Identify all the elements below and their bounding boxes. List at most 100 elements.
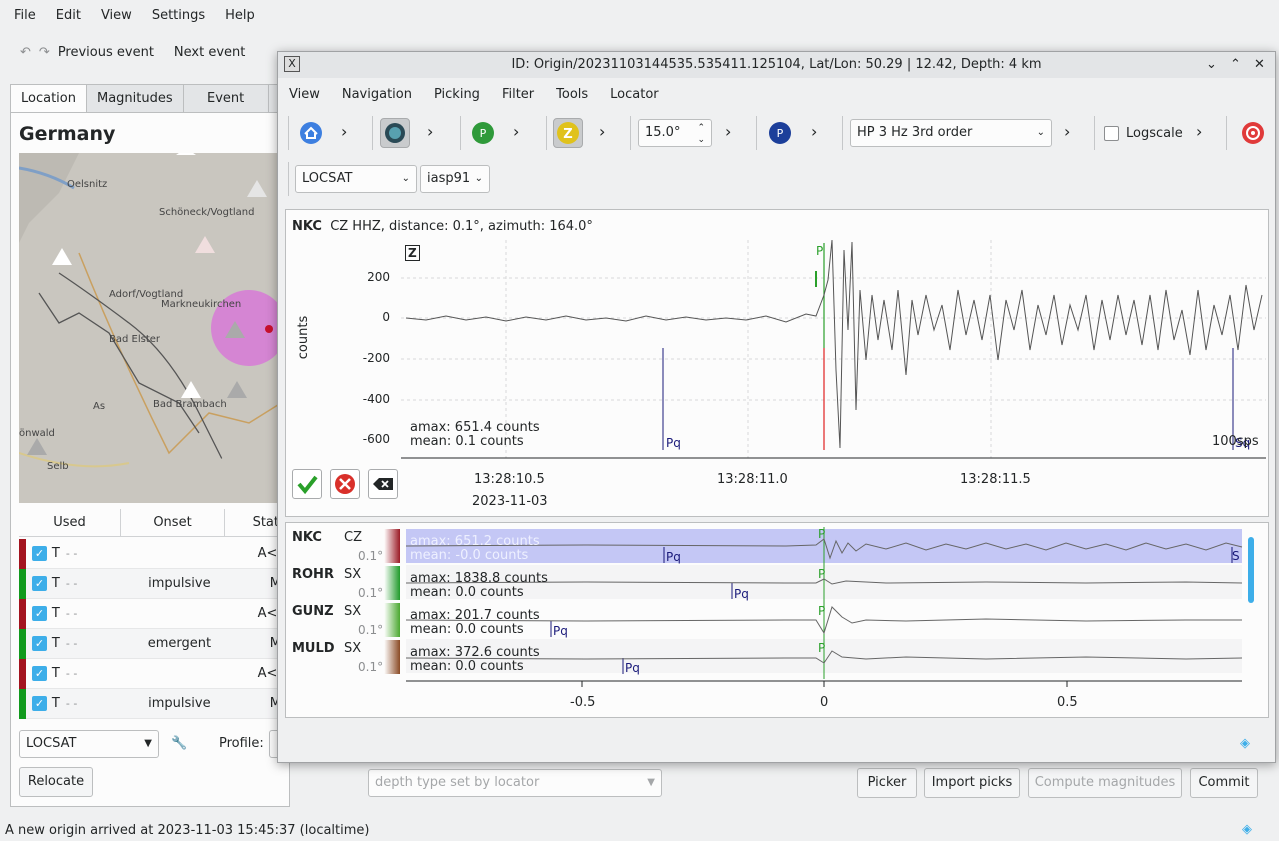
map-label: Bad Elster: [109, 334, 161, 345]
station-mean: mean: 0.0 counts: [410, 622, 524, 637]
reject-button[interactable]: [330, 469, 360, 499]
depth-type-combo[interactable]: depth type set by locator ▼: [368, 769, 662, 797]
y-tick: -600: [362, 432, 390, 446]
tab-event[interactable]: Event: [182, 84, 269, 112]
menu-help[interactable]: Help: [215, 0, 265, 32]
pick-flag: T: [51, 666, 60, 681]
previous-event-button[interactable]: Previous event: [58, 45, 154, 60]
table-row[interactable]: ✓ T - - impulsive M: [19, 688, 281, 719]
chevron-right-icon[interactable]: ›: [513, 122, 519, 141]
picker-menu-tools[interactable]: Tools: [545, 82, 599, 108]
trace-amax: amax: 651.4 counts: [410, 420, 540, 435]
chevron-right-icon[interactable]: ›: [1064, 122, 1070, 141]
chevron-right-icon[interactable]: ›: [811, 122, 817, 141]
pick-dash: - -: [65, 547, 78, 560]
forward-arrow-icon[interactable]: ↷: [39, 45, 50, 60]
picker-locator-combo[interactable]: LOCSAT ⌄: [295, 165, 417, 193]
wrench-icon[interactable]: 🔧: [171, 736, 187, 751]
target-button[interactable]: [1238, 118, 1268, 148]
table-row[interactable]: ✓ T - - A<l: [19, 598, 281, 629]
station-pick-pq: Pq: [553, 624, 568, 638]
chevron-right-icon[interactable]: ›: [725, 122, 731, 141]
pick-stat: A<l: [257, 606, 281, 621]
event-map[interactable]: Oelsnitz Schöneck/Vogtland Adorf/Vogtlan…: [19, 153, 281, 503]
delete-pick-button[interactable]: [368, 469, 398, 499]
used-checkbox[interactable]: ✓: [31, 576, 47, 591]
col-stat[interactable]: Stat: [225, 509, 281, 536]
x-app-icon: X: [284, 56, 300, 72]
maximize-icon[interactable]: ⌃: [1230, 52, 1241, 78]
svg-text:Z: Z: [563, 127, 572, 142]
used-checkbox[interactable]: ✓: [31, 636, 47, 651]
table-row[interactable]: ✓ T - - A<l: [19, 538, 281, 569]
separator: [842, 116, 843, 150]
svg-text:P: P: [777, 127, 784, 140]
next-event-button[interactable]: Next event: [174, 45, 245, 60]
station-pick-pq: Pq: [625, 661, 640, 675]
chevron-right-icon[interactable]: ›: [1196, 122, 1202, 141]
map-label: Bad Brambach: [153, 399, 227, 410]
tab-location[interactable]: Location: [10, 84, 87, 113]
picker-menu-locator[interactable]: Locator: [599, 82, 669, 108]
overview-x-tick: 0.5: [1057, 695, 1078, 710]
notification-icon[interactable]: ◈: [1242, 822, 1252, 837]
model-combo[interactable]: iasp91 ⌄: [420, 165, 490, 193]
used-checkbox[interactable]: ✓: [31, 696, 47, 711]
close-icon[interactable]: ✕: [1254, 52, 1265, 78]
picker-menu-picking[interactable]: Picking: [423, 82, 491, 108]
pick-flag: T: [51, 546, 60, 561]
table-row[interactable]: ✓ T - - impulsive M: [19, 568, 281, 599]
picker-button[interactable]: Picker: [857, 768, 917, 798]
locator-combo[interactable]: LOCSAT ▼: [19, 730, 159, 758]
col-onset[interactable]: Onset: [121, 509, 225, 536]
map-label: Schöneck/Vogtland: [159, 207, 255, 218]
table-row[interactable]: ✓ T - - emergent M: [19, 628, 281, 659]
back-arrow-icon[interactable]: ↶: [20, 45, 31, 60]
overview-x-tick: -0.5: [570, 695, 596, 710]
station-distance: 0.1°: [358, 660, 384, 674]
import-picks-button[interactable]: Import picks: [924, 768, 1020, 798]
picker-menu-view[interactable]: View: [278, 82, 331, 108]
location-pane: Germany Oelsnitz Schöneck/Vogtland Adorf…: [10, 112, 290, 807]
angle-spinbox[interactable]: 15.0° ⌃ ⌄: [638, 119, 712, 147]
accept-button[interactable]: [292, 469, 322, 499]
pick-stat: M: [269, 636, 281, 651]
tab-magnitudes[interactable]: Magnitudes: [85, 84, 184, 112]
menu-file[interactable]: File: [4, 0, 46, 32]
logscale-checkbox[interactable]: [1104, 126, 1119, 141]
trace-filter-button[interactable]: [380, 118, 410, 148]
used-checkbox[interactable]: ✓: [31, 606, 47, 621]
picker-notification-icon[interactable]: ◈: [1240, 736, 1250, 751]
separator: [1226, 116, 1227, 150]
filter-combo[interactable]: HP 3 Hz 3rd order ⌄: [850, 119, 1052, 147]
status-strip: [19, 568, 26, 599]
chevron-right-icon[interactable]: ›: [341, 122, 347, 141]
used-checkbox[interactable]: ✓: [31, 546, 47, 561]
col-used[interactable]: Used: [19, 509, 121, 536]
component-z-button[interactable]: Z: [553, 118, 583, 148]
chevron-right-icon[interactable]: ›: [427, 122, 433, 141]
menu-settings[interactable]: Settings: [142, 0, 215, 32]
pick-dash: - -: [65, 577, 78, 590]
separator: [288, 162, 289, 196]
pick-p-blue-button[interactable]: P: [765, 118, 795, 148]
picker-menu-filter[interactable]: Filter: [491, 82, 545, 108]
menu-edit[interactable]: Edit: [46, 0, 91, 32]
separator: [460, 116, 461, 150]
used-checkbox[interactable]: ✓: [31, 666, 47, 681]
station-code: MULD: [292, 641, 335, 656]
home-button[interactable]: [296, 118, 326, 148]
chevron-right-icon[interactable]: ›: [599, 122, 605, 141]
relocate-button[interactable]: Relocate: [19, 767, 93, 797]
commit-button[interactable]: Commit: [1190, 768, 1258, 798]
pick-dash: - -: [65, 697, 78, 710]
overview-pick-p: P: [818, 604, 826, 618]
menu-view[interactable]: View: [91, 0, 142, 32]
compute-magnitudes-button[interactable]: Compute magnitudes: [1028, 768, 1182, 798]
minimize-icon[interactable]: ⌄: [1206, 52, 1217, 78]
table-row[interactable]: ✓ T - - A<l: [19, 658, 281, 689]
station-pick-pq: Pq: [666, 550, 681, 564]
pick-p-button[interactable]: P: [468, 118, 498, 148]
separator: [288, 116, 289, 150]
picker-menu-navigation[interactable]: Navigation: [331, 82, 423, 108]
